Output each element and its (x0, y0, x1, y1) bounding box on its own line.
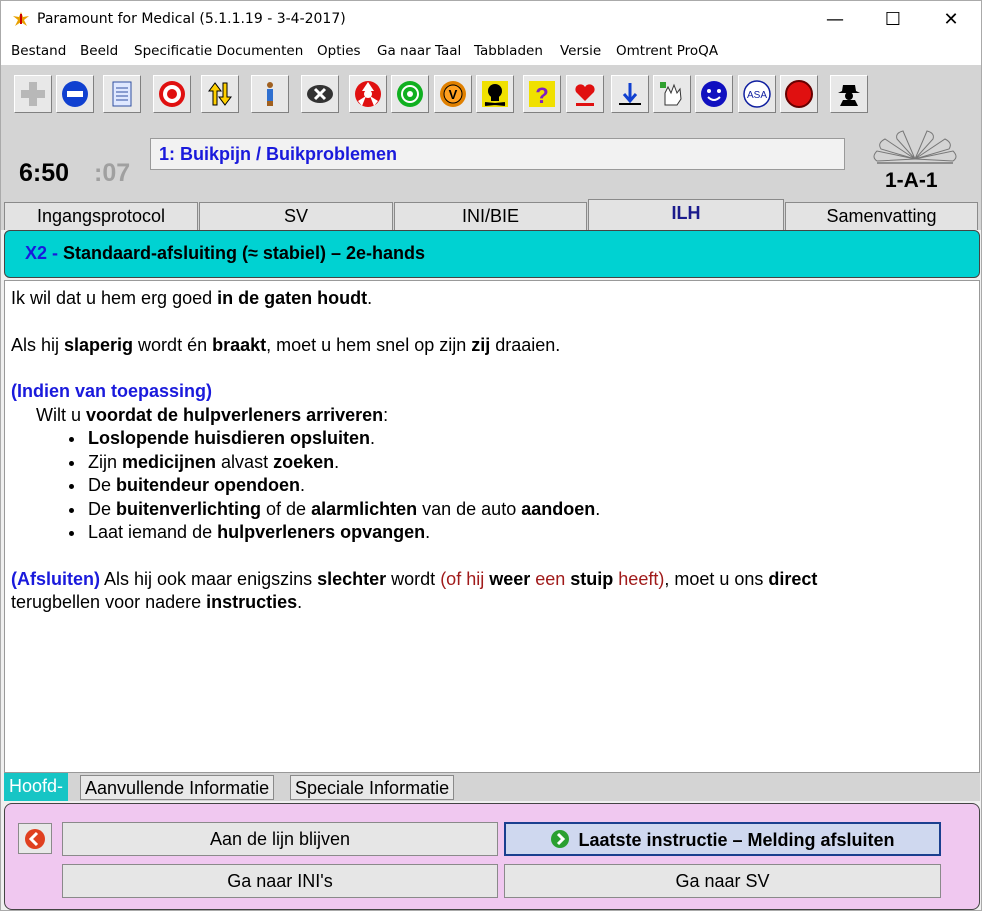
menu-bar: Bestand Beeld Specificatie Documenten Op… (1, 39, 981, 65)
list-item: Laat iemand de hulpverleners opvangen. (86, 521, 973, 545)
tab-samenvatting[interactable]: Samenvatting (785, 202, 978, 230)
instruction-paragraph: Ik wil dat u hem erg goed in de gaten ho… (11, 288, 373, 308)
menu-beeld[interactable]: Beeld (80, 43, 118, 59)
menu-omtrent-proqa[interactable]: Omtrent ProQA (616, 43, 718, 59)
conditional-section: (Indien van toepassing) Wilt u voordat d… (11, 380, 973, 545)
goto-sv-button[interactable]: Ga naar SV (504, 864, 941, 898)
tab-aanvullende-informatie[interactable]: Aanvullende Informatie (80, 775, 275, 800)
heart-icon[interactable] (566, 75, 604, 113)
arrow-left-icon (25, 828, 45, 849)
skull-icon[interactable] (476, 75, 514, 113)
determinant-fan-icon (873, 130, 957, 164)
last-instruction-button[interactable]: Laatste instructie – Melding afsluiten (504, 822, 941, 856)
instruction-list: Loslopende huisdieren opsluiten. Zijn me… (11, 427, 973, 545)
determinant-code: 1-A-1 (885, 169, 938, 192)
list-item: De buitenverlichting of de alarmlichten … (86, 498, 973, 522)
heading-separator: - (47, 243, 64, 263)
stay-on-line-button[interactable]: Aan de lijn blijven (62, 822, 498, 856)
section-heading: (Indien van toepassing) (11, 381, 213, 401)
hand-icon[interactable] (653, 75, 691, 113)
toolbar: V ? ASA (1, 65, 981, 125)
svg-text:V: V (449, 87, 458, 102)
biohazard-icon[interactable] (391, 75, 429, 113)
tab-ingangsprotocol[interactable]: Ingangsprotocol (4, 202, 198, 230)
svg-text:ASA: ASA (747, 90, 767, 101)
arrow-down-icon[interactable] (611, 75, 649, 113)
section-intro: Wilt u voordat de hulpverleners arrivere… (36, 404, 389, 425)
menu-versie[interactable]: Versie (560, 43, 601, 59)
info-tabs: Hoofd- Aanvullende Informatie Speciale I… (4, 773, 980, 801)
arrow-right-icon (551, 830, 570, 848)
app-window: Paramount for Medical (5.1.1.19 - 3-4-20… (0, 0, 982, 911)
menu-ga-naar-taal[interactable]: Ga naar Taal (377, 43, 461, 59)
instruction-code: X2 (25, 243, 48, 263)
action-panel: Aan de lijn blijven Laatste instructie –… (4, 803, 980, 910)
list-item: De buitendeur opendoen. (86, 474, 973, 498)
title-bar[interactable]: Paramount for Medical (5.1.1.19 - 3-4-20… (1, 1, 981, 39)
tab-ilh[interactable]: ILH (588, 199, 784, 230)
instruction-heading: X2 - Standaard-afsluiting (≈ stabiel) – … (4, 230, 980, 278)
plus-icon[interactable] (14, 75, 52, 113)
close-icon[interactable]: ✕ (922, 1, 980, 39)
protocol-field[interactable]: 1: Buikpijn / Buikproblemen (150, 138, 845, 170)
main-tabs: Ingangsprotocol SV INI/BIE ILH Samenvatt… (1, 199, 981, 230)
person-icon[interactable] (251, 75, 289, 113)
v-badge-icon[interactable]: V (434, 75, 472, 113)
menu-tabbladen[interactable]: Tabbladen (474, 43, 543, 59)
elapsed-time: 6:50 (19, 159, 70, 187)
call-header: 6:50 :07 1: Buikpijn / Buikproblemen 1-A… (1, 125, 981, 199)
asa-icon[interactable]: ASA (738, 75, 776, 113)
svg-text:?: ? (535, 83, 548, 108)
menu-specificatie-documenten[interactable]: Specificatie Documenten (134, 43, 303, 59)
question-icon[interactable]: ? (523, 75, 561, 113)
protocol-title: 1: Buikpijn / Buikproblemen (159, 144, 398, 164)
target-icon[interactable] (153, 75, 191, 113)
list-item: Zijn medicijnen alvast zoeken. (86, 451, 973, 475)
window-title: Paramount for Medical (5.1.1.19 - 3-4-20… (37, 11, 346, 27)
star-of-life-icon (13, 12, 29, 26)
radiation-icon[interactable] (349, 75, 387, 113)
minimize-icon[interactable]: — (806, 1, 864, 39)
face-icon[interactable] (695, 75, 733, 113)
document-icon[interactable] (103, 75, 141, 113)
back-button[interactable] (18, 823, 52, 854)
x-badge-icon[interactable] (301, 75, 339, 113)
minus-icon[interactable] (56, 75, 94, 113)
arrows-icon[interactable] (201, 75, 239, 113)
spy-icon[interactable] (830, 75, 868, 113)
list-item: Loslopende huisdieren opsluiten. (86, 427, 973, 451)
instruction-content: Ik wil dat u hem erg goed in de gaten ho… (4, 280, 980, 773)
instruction-paragraph: Als hij slaperig wordt én braakt, moet u… (11, 334, 561, 355)
maximize-icon[interactable]: ☐ (864, 1, 922, 39)
tab-speciale-informatie[interactable]: Speciale Informatie (290, 775, 455, 800)
stop-icon[interactable] (780, 75, 818, 113)
elapsed-seconds: :07 (94, 159, 131, 187)
tab-sv[interactable]: SV (199, 202, 393, 230)
closing-paragraph: (Afsluiten) Als hij ook maar enigszins s… (11, 568, 818, 613)
goto-ini-button[interactable]: Ga naar INI's (62, 864, 498, 898)
tab-ini-bie[interactable]: INI/BIE (394, 202, 587, 230)
menu-opties[interactable]: Opties (317, 43, 361, 59)
tab-hoofd[interactable]: Hoofd- (4, 773, 69, 801)
instruction-title: Standaard-afsluiting (≈ stabiel) – 2e-ha… (63, 243, 425, 263)
menu-bestand[interactable]: Bestand (11, 43, 66, 59)
